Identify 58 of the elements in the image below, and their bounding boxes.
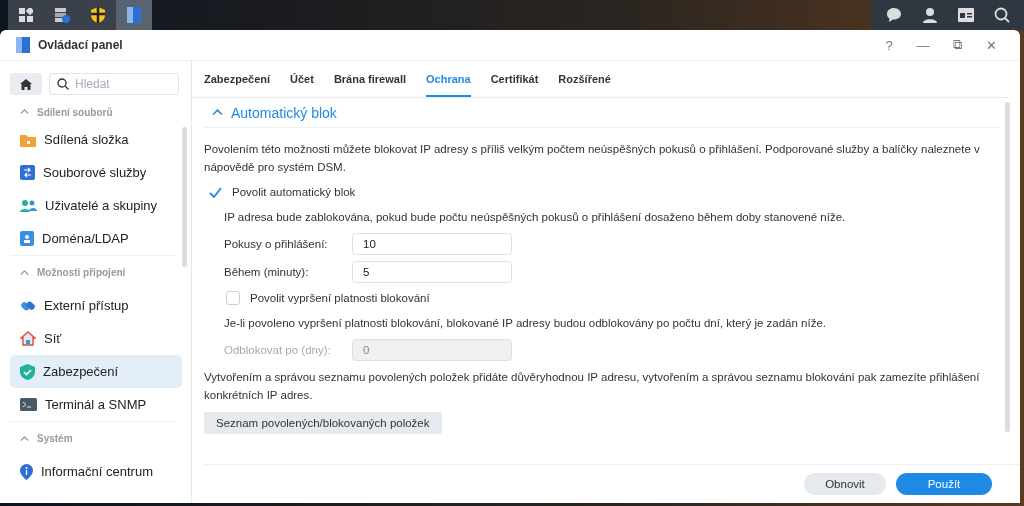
shield-icon[interactable] <box>80 0 116 30</box>
transfer-icon <box>20 165 35 180</box>
sidebar-item[interactable]: Zabezpečení <box>10 355 182 388</box>
chevron-up-icon <box>20 435 29 442</box>
list-button[interactable]: Seznam povolených/blokovaných položek <box>204 412 442 434</box>
tab[interactable]: Ochrana <box>426 61 471 97</box>
input-field[interactable]: 5 <box>352 261 512 283</box>
users-icon <box>20 199 37 212</box>
search-field[interactable]: Hledat <box>49 73 179 95</box>
window-control[interactable]: ? <box>876 37 902 53</box>
tab[interactable]: Certifikát <box>490 61 539 97</box>
field-label: Pokusy o přihlášení: <box>224 238 329 250</box>
description-text: Je-li povoleno vypršení platnosti blokování, blokované IP adresy budou odblokovány po počtu dní, který je zadán níže. <box>224 316 827 331</box>
tab[interactable]: Zabezpečení <box>204 61 271 97</box>
sidebar-item[interactable]: Souborové služby <box>10 156 182 189</box>
house-icon <box>20 330 36 347</box>
home-button[interactable] <box>10 73 42 95</box>
field-label: Během (minuty): <box>224 266 310 278</box>
app-grid-icon[interactable] <box>8 0 44 30</box>
sidebar-item[interactable]: Síť <box>10 322 182 355</box>
chevron-up-icon <box>20 109 29 115</box>
search-icon <box>57 78 69 90</box>
window-control[interactable]: — <box>910 37 936 53</box>
window-control[interactable]: ⧉ <box>944 37 970 53</box>
description-text: IP adresa bude zablokována, pokud bude počtu neúspěšných pokusů o přihlášení dosaženo během doby stanovené níže. <box>224 210 847 225</box>
scrollbar[interactable] <box>1005 102 1010 432</box>
checkbox-label: Povolit automatický blok <box>232 186 356 198</box>
description-text: Vytvořením a správou seznamu povolených položek přidáte důvěryhodnou IP adresu, vytvořením a správou seznamu blokování pak zamezíte přihlášení konkrétních IP adres. <box>204 370 981 403</box>
checkbox-label: Povolit vypršení platnosti blokování <box>250 292 430 304</box>
description-text: Povolením této možnosti můžete blokovat IP adresy s příliš velkým počtem neúspěšných pokusů o přihlášení. Podporované služby a balíčky naleznete v nápovědě pro systém DSM. <box>204 142 981 175</box>
field-label: Odblokovat po (dny): <box>224 344 332 356</box>
input-field[interactable]: 10 <box>352 233 512 255</box>
sidebar-item[interactable]: Doména/LDAP <box>10 222 182 255</box>
chevron-up-icon <box>212 109 223 116</box>
tab[interactable]: Brána firewall <box>333 61 406 97</box>
sidebar-item[interactable]: Sdílená složka <box>10 123 182 156</box>
terminal-icon <box>20 398 37 411</box>
checkbox[interactable] <box>226 291 240 305</box>
scrollbar[interactable] <box>182 127 187 267</box>
info-pin-icon <box>20 463 33 480</box>
control-panel-icon <box>16 37 30 53</box>
checkbox[interactable] <box>208 185 222 199</box>
sidebar-item[interactable]: Uživatelé a skupiny <box>10 189 182 222</box>
tab[interactable]: Rozšířené <box>558 61 611 97</box>
apply-button[interactable]: Použít <box>896 473 992 495</box>
folder-icon <box>20 132 36 147</box>
window-control[interactable]: ✕ <box>978 37 1004 53</box>
sidebar-item[interactable]: Externí přístup <box>10 289 182 322</box>
chevron-up-icon <box>20 269 29 276</box>
contact-card-icon <box>20 231 34 246</box>
window-title: Ovládací panel <box>38 38 124 52</box>
section-header[interactable]: Automatický blok <box>204 98 1000 128</box>
home-icon <box>20 78 32 90</box>
sidebar-item[interactable]: Informační centrum <box>10 455 182 488</box>
sidebar-item[interactable]: Terminál a SNMP <box>10 388 182 421</box>
tab[interactable]: Účet <box>290 61 314 97</box>
shield-check-icon <box>20 363 35 380</box>
reset-button[interactable]: Obnovit <box>804 473 886 495</box>
